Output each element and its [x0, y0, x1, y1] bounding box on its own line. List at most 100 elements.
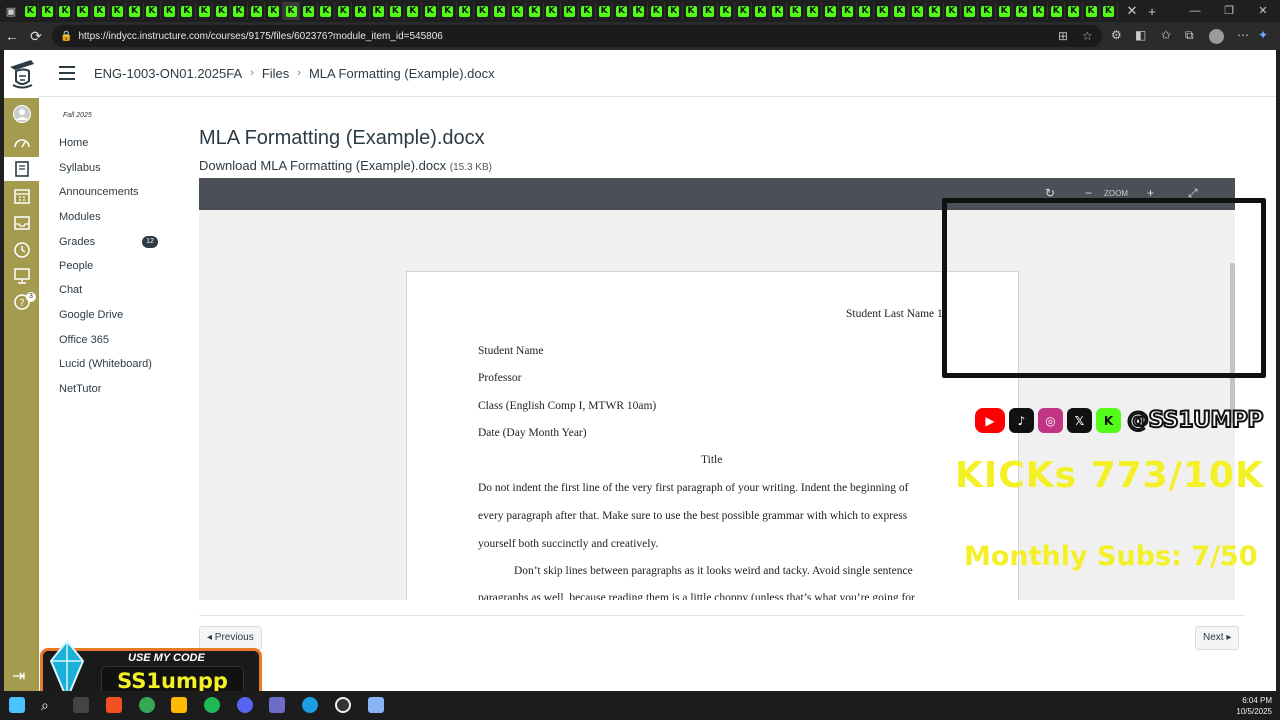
- browser-tab[interactable]: K: [492, 2, 509, 20]
- browser-tab[interactable]: K: [231, 2, 249, 20]
- search-icon[interactable]: ⌕: [41, 697, 57, 713]
- browser-tab[interactable]: K: [318, 2, 336, 20]
- browser-tab[interactable]: K: [718, 2, 736, 20]
- browser-tab[interactable]: K: [1083, 2, 1101, 20]
- favorites-icon[interactable]: ✩: [1161, 28, 1171, 42]
- browser-tab[interactable]: K: [92, 2, 109, 20]
- browser-tab[interactable]: K: [387, 2, 405, 20]
- nav-inbox[interactable]: [4, 211, 39, 235]
- window-close-icon[interactable]: ✕: [1246, 0, 1280, 22]
- extensions-icon[interactable]: ⚙: [1111, 28, 1122, 42]
- browser-tab[interactable]: K: [874, 2, 892, 20]
- browser-tab[interactable]: K: [405, 2, 422, 20]
- course-nav-grades[interactable]: Grades: [59, 236, 95, 248]
- back-icon[interactable]: ←: [0, 28, 24, 44]
- browser-tab[interactable]: K: [926, 2, 944, 20]
- close-tab-icon[interactable]: ✕: [1122, 3, 1142, 19]
- profile-avatar[interactable]: [1209, 29, 1224, 44]
- start-icon[interactable]: [9, 697, 25, 713]
- browser-tab[interactable]: K: [282, 2, 301, 20]
- download-link[interactable]: Download MLA Formatting (Example).docx (…: [199, 158, 492, 173]
- browser-tab[interactable]: K: [352, 2, 370, 20]
- browser-tab[interactable]: K: [39, 2, 57, 20]
- hamburger-menu-icon[interactable]: [59, 66, 75, 80]
- browser-tab[interactable]: K: [457, 2, 475, 20]
- course-nav-modules[interactable]: Modules: [59, 211, 101, 223]
- nav-studio[interactable]: [4, 264, 39, 288]
- nav-calendar[interactable]: [4, 184, 39, 208]
- browser-tab[interactable]: K: [892, 2, 909, 20]
- browser-tab[interactable]: K: [787, 2, 805, 20]
- browser-tab[interactable]: K: [126, 2, 144, 20]
- browser-tab[interactable]: K: [770, 2, 788, 20]
- browser-tab[interactable]: K: [822, 2, 840, 20]
- next-button[interactable]: Next ▸: [1195, 626, 1240, 650]
- discord-icon[interactable]: [237, 697, 253, 713]
- task-view-icon[interactable]: [73, 697, 89, 713]
- split-screen-icon[interactable]: ◧: [1135, 28, 1146, 42]
- more-options-icon[interactable]: ⋯: [1237, 28, 1249, 42]
- course-nav-people[interactable]: People: [59, 260, 93, 272]
- browser-tab[interactable]: K: [1100, 2, 1118, 20]
- browser-tab[interactable]: K: [248, 2, 266, 20]
- browser-tab[interactable]: K: [109, 2, 127, 20]
- course-nav-lucid[interactable]: Lucid (Whiteboard): [59, 358, 152, 370]
- school-logo[interactable]: [4, 50, 39, 98]
- collections-icon[interactable]: ⧉: [1185, 28, 1194, 43]
- tab-actions-icon[interactable]: ▣: [0, 0, 22, 22]
- course-nav-home[interactable]: Home: [59, 137, 88, 149]
- browser-tab[interactable]: K: [631, 2, 649, 20]
- browser-tab[interactable]: K: [839, 2, 857, 20]
- edge-icon[interactable]: [302, 697, 318, 713]
- browser-tab[interactable]: K: [996, 2, 1014, 20]
- download-label[interactable]: Download MLA Formatting (Example).docx: [199, 158, 446, 173]
- copilot-icon[interactable]: ✦: [1258, 28, 1268, 42]
- browser-tab[interactable]: K: [1048, 2, 1066, 20]
- browser-tab[interactable]: K: [526, 2, 544, 20]
- course-nav-office-365[interactable]: Office 365: [59, 334, 109, 346]
- file-explorer-icon[interactable]: [171, 697, 187, 713]
- app-icon-notes[interactable]: [368, 697, 384, 713]
- browser-tab[interactable]: K: [422, 2, 440, 20]
- browser-tab[interactable]: K: [909, 2, 927, 20]
- browser-tab[interactable]: K: [978, 2, 996, 20]
- previous-button[interactable]: ◂ Previous: [199, 626, 262, 650]
- browser-tab[interactable]: K: [196, 2, 214, 20]
- course-nav-announcements[interactable]: Announcements: [59, 186, 139, 198]
- url-field[interactable]: 🔒 https://indycc.instructure.com/courses…: [52, 25, 1102, 47]
- browser-tab[interactable]: K: [57, 2, 75, 20]
- browser-tab[interactable]: K: [1031, 2, 1049, 20]
- minimize-icon[interactable]: —: [1178, 0, 1212, 22]
- breadcrumb-files[interactable]: Files: [262, 66, 289, 81]
- browser-tab[interactable]: K: [579, 2, 596, 20]
- app-icon-office[interactable]: [106, 697, 122, 713]
- browser-tab[interactable]: K: [1065, 2, 1083, 20]
- browser-tab[interactable]: K: [213, 2, 231, 20]
- browser-tab[interactable]: K: [144, 2, 162, 20]
- browser-tab[interactable]: K: [474, 2, 492, 20]
- course-nav-syllabus[interactable]: Syllabus: [59, 162, 101, 174]
- browser-tab[interactable]: K: [300, 2, 318, 20]
- browser-tab[interactable]: K: [265, 2, 283, 20]
- nav-dashboard[interactable]: [4, 131, 39, 155]
- nav-history[interactable]: [4, 238, 39, 262]
- browser-tab[interactable]: K: [683, 2, 701, 20]
- spotify-icon[interactable]: [204, 697, 220, 713]
- browser-tab[interactable]: K: [509, 2, 527, 20]
- refresh-icon[interactable]: ⟳: [24, 28, 48, 45]
- browser-tab[interactable]: K: [439, 2, 457, 20]
- browser-tab[interactable]: K: [596, 2, 614, 20]
- browser-tab[interactable]: K: [335, 2, 353, 20]
- browser-tab[interactable]: K: [1013, 2, 1031, 20]
- new-tab-icon[interactable]: +: [1142, 4, 1162, 19]
- browser-tab[interactable]: K: [74, 2, 92, 20]
- app-icon-game[interactable]: [269, 697, 285, 713]
- browser-tab[interactable]: K: [700, 2, 718, 20]
- browser-tab[interactable]: K: [805, 2, 822, 20]
- browser-tab[interactable]: K: [857, 2, 875, 20]
- app-available-icon[interactable]: ⊞: [1058, 25, 1068, 47]
- browser-tab[interactable]: K: [561, 2, 579, 20]
- browser-tab[interactable]: K: [22, 2, 40, 20]
- breadcrumb-course[interactable]: ENG-1003-ON01.2025FA: [94, 66, 242, 81]
- chrome-icon[interactable]: [139, 697, 155, 713]
